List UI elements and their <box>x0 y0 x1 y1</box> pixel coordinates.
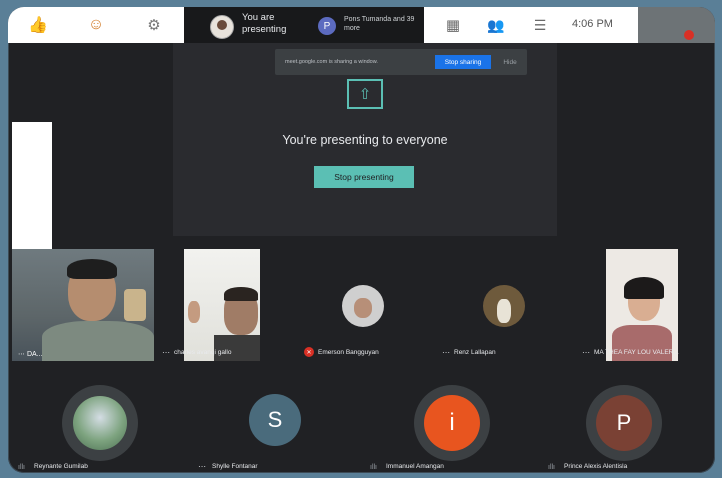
avatar: P <box>596 395 652 451</box>
avatar: S <box>249 394 301 446</box>
avatar <box>342 285 384 327</box>
speaking-ring: P <box>586 385 662 461</box>
toolbar-right-section: ▦ 👥 ☰ 4:06 PM <box>424 7 638 43</box>
avatar <box>483 285 525 327</box>
participant-name: Renz Lallapan <box>454 349 496 356</box>
clock: 4:06 PM <box>572 18 613 30</box>
speaking-ring: i <box>414 385 490 461</box>
people-icon[interactable]: 👥 <box>486 15 506 35</box>
participant-tile-2[interactable] <box>184 249 260 361</box>
mic-off-icon: ✕ <box>304 347 314 357</box>
more-options-icon[interactable]: ⋯ <box>162 349 170 357</box>
participant-tile-1[interactable]: ⋯ DA... <box>12 249 154 361</box>
presentation-panel: meet.google.com is sharing a window. Sto… <box>173 43 557 236</box>
meet-window: 👍 ☺ ⚙ You are presenting P Pons Tumanda … <box>8 7 715 473</box>
mic-off-icon <box>684 30 694 40</box>
participant-name: MA THEA FAY LOU VALER... <box>594 349 679 356</box>
speaking-ring <box>62 385 138 461</box>
participant-name: Prince Alexis Alentisla <box>564 463 628 470</box>
present-screen-icon: ⇧ <box>347 79 383 109</box>
participant-name: Emerson Bangguyan <box>318 349 379 356</box>
more-options-icon[interactable]: ⋯ <box>18 351 27 358</box>
gear-icon[interactable]: ⚙ <box>144 15 164 35</box>
presenting-indicator[interactable]: You are presenting P Pons Tumanda and 39… <box>184 7 424 43</box>
participant-name: Reynante Gumilab <box>34 463 88 470</box>
stop-presenting-button[interactable]: Stop presenting <box>314 166 414 188</box>
qr-icon[interactable]: ▦ <box>443 15 463 35</box>
thumbs-up-icon[interactable]: 👍 <box>28 15 48 35</box>
more-options-icon[interactable]: ⋯ <box>442 349 450 357</box>
audio-level-icon: ıllı <box>370 464 377 471</box>
more-options-icon[interactable]: ⋯ <box>198 463 206 471</box>
top-toolbar: 👍 ☺ ⚙ You are presenting P Pons Tumanda … <box>8 7 715 43</box>
participant-name: Immanuel Amangan <box>386 463 444 470</box>
participant-tile-5[interactable] <box>606 249 678 361</box>
participant-name: Shylle Fontanar <box>212 463 258 470</box>
hide-button[interactable]: Hide <box>498 55 522 69</box>
share-notification-bar: meet.google.com is sharing a window. Sto… <box>275 49 527 75</box>
participant-name: charles avanqi gallo <box>174 349 232 356</box>
emoji-icon[interactable]: ☺ <box>86 15 106 35</box>
presenter-avatar <box>210 15 234 39</box>
avatar <box>73 396 127 450</box>
toolbar-left-section: 👍 ☺ ⚙ <box>8 7 184 43</box>
participants-avatar: P <box>318 17 336 35</box>
avatar: i <box>424 395 480 451</box>
chat-icon[interactable]: ☰ <box>530 15 550 35</box>
presenting-title: You're presenting to everyone <box>282 133 448 147</box>
audio-level-icon: ıllı <box>18 464 25 471</box>
participants-summary: Pons Tumanda and 39 more <box>344 16 415 32</box>
presenting-text: You are presenting <box>242 12 287 35</box>
stop-sharing-button[interactable]: Stop sharing <box>435 55 491 69</box>
audio-level-icon: ıllı <box>548 464 555 471</box>
self-view-thumbnail[interactable] <box>638 7 715 43</box>
share-notification-text: meet.google.com is sharing a window. <box>285 59 378 65</box>
more-options-icon[interactable]: ⋯ <box>582 349 590 357</box>
participant-name: ⋯ DA... <box>18 351 43 358</box>
